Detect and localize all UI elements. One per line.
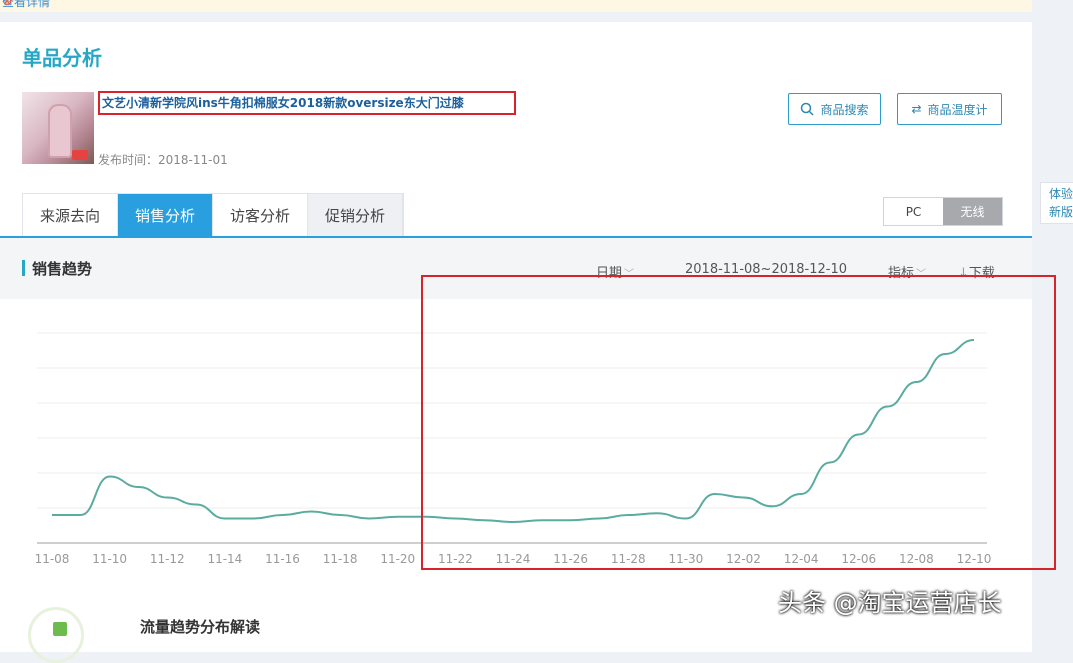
x-tick-label: 11-10 [92, 552, 127, 566]
x-tick-label: 11-18 [323, 552, 358, 566]
traffic-interpretation-title: 流量趋势分布解读 [140, 616, 260, 637]
x-tick-label: 11-14 [207, 552, 242, 566]
watermark: 头条 @淘宝运营店长 [778, 583, 1002, 618]
x-tick-label: 11-12 [150, 552, 185, 566]
x-tick-label: 11-08 [35, 552, 70, 566]
x-tick-label: 11-16 [265, 552, 300, 566]
chart-analysis-icon [28, 607, 84, 663]
highlight-box [421, 275, 1056, 570]
x-tick-label: 11-20 [380, 552, 415, 566]
